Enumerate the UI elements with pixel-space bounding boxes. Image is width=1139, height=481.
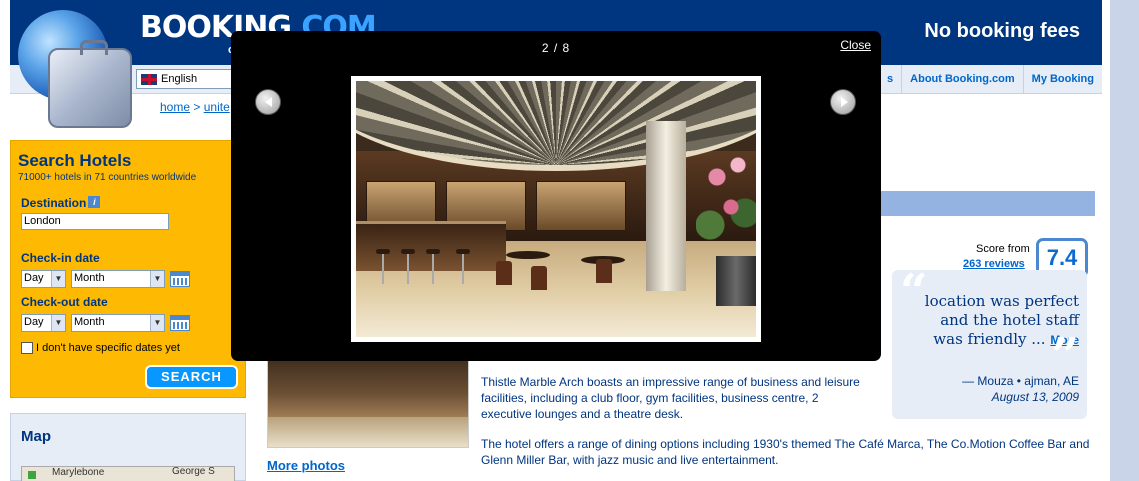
- checkin-day-value: Day: [24, 272, 44, 284]
- photo-column: [646, 121, 686, 291]
- next-photo-button[interactable]: [830, 89, 856, 115]
- previous-photo-button[interactable]: [255, 89, 281, 115]
- photo-chair: [531, 266, 547, 290]
- nav-link-partial[interactable]: s: [887, 65, 901, 94]
- checkout-calendar-icon[interactable]: [170, 315, 190, 331]
- section-header-bar: [880, 191, 1095, 216]
- destination-label-text: Destination: [21, 196, 87, 210]
- checkout-label: Check-out date: [21, 295, 108, 309]
- hotel-description-facilities: Thistle Marble Arch boasts an impressive…: [481, 375, 860, 421]
- language-selected-label: English: [161, 73, 198, 85]
- photo-stool: [376, 249, 390, 285]
- map-label-marylebone: Marylebone: [52, 467, 105, 478]
- chevron-down-icon: ▼: [150, 315, 164, 331]
- checkin-label: Check-in date: [21, 251, 100, 265]
- photo-chair: [596, 259, 612, 283]
- checkin-month-select[interactable]: Month ▼: [71, 270, 165, 288]
- destination-input[interactable]: London: [21, 213, 169, 230]
- reviews-link[interactable]: 263 reviews: [963, 258, 1025, 270]
- photo-stool: [401, 249, 415, 285]
- checkout-month-select[interactable]: Month ▼: [71, 314, 165, 332]
- breadcrumb-home[interactable]: home: [160, 100, 190, 114]
- breadcrumb: home > unite: [160, 100, 230, 114]
- chevron-down-icon: ▼: [51, 271, 65, 287]
- chevron-down-icon: ▼: [51, 315, 65, 331]
- suitcase-logo-icon[interactable]: [48, 40, 132, 128]
- map-label-george-st: George S: [172, 466, 215, 477]
- search-subtitle: 71000+ hotels in 71 countries worldwide: [18, 172, 197, 183]
- checkin-day-select[interactable]: Day ▼: [21, 270, 66, 288]
- search-hotels-panel: Search Hotels 71000+ hotels in 71 countr…: [10, 140, 246, 398]
- top-nav-links: s About Booking.com My Booking: [887, 65, 1102, 94]
- lightbox-close-link[interactable]: Close: [840, 38, 871, 52]
- hotel-photo-thumbnail[interactable]: [267, 356, 469, 448]
- page: BOOKING.COM on No booking fees English s…: [0, 0, 1110, 481]
- breadcrumb-next[interactable]: unite: [204, 100, 230, 114]
- review-author: — Mouza • ajman, AE: [962, 374, 1079, 388]
- checkin-month-value: Month: [74, 272, 105, 284]
- map-pin-icon: [28, 471, 36, 479]
- no-dates-label: I don't have specific dates yet: [36, 342, 180, 354]
- arrow-right-icon: [841, 97, 848, 107]
- lightbox-photo-frame: [351, 76, 761, 342]
- info-icon[interactable]: i: [88, 196, 101, 208]
- destination-label: Destination i: [21, 196, 101, 210]
- photo-chair: [496, 261, 512, 285]
- score-from-label: Score from: [976, 243, 1030, 255]
- search-title: Search Hotels: [18, 151, 132, 170]
- uk-flag-icon: [141, 73, 157, 85]
- photo-table: [506, 251, 550, 259]
- photo-shopfront: [536, 181, 626, 231]
- no-dates-checkbox[interactable]: [21, 342, 33, 354]
- map-panel: Map Marylebone George S: [10, 413, 246, 481]
- more-photos-link[interactable]: More photos: [267, 458, 345, 473]
- hotel-description-dining: The hotel offers a range of dining optio…: [481, 437, 1090, 467]
- photo-planter: [716, 256, 756, 306]
- search-button[interactable]: SEARCH: [145, 365, 238, 389]
- photo-lightbox: 2 / 8 Close: [231, 31, 881, 361]
- photo-stool: [456, 249, 470, 285]
- review-date: August 13, 2009: [991, 390, 1079, 404]
- checkout-day-value: Day: [24, 316, 44, 328]
- window-right-gutter: [1110, 0, 1139, 481]
- lightbox-photo[interactable]: [356, 81, 756, 337]
- no-booking-fees-tagline: No booking fees: [924, 20, 1080, 42]
- breadcrumb-separator: >: [190, 100, 204, 114]
- arrow-left-icon: [265, 97, 272, 107]
- map-title: Map: [21, 428, 51, 445]
- map-thumbnail[interactable]: Marylebone George S: [21, 466, 235, 481]
- review-quote-box: “ location was perfect and the hotel sta…: [892, 264, 1087, 419]
- nav-link-my-booking[interactable]: My Booking: [1022, 65, 1102, 94]
- checkin-calendar-icon[interactable]: [170, 271, 190, 287]
- photo-counter: 2 / 8: [541, 41, 571, 55]
- photo-flowers: [696, 141, 756, 261]
- chevron-down-icon: ▼: [150, 271, 164, 287]
- nav-link-about[interactable]: About Booking.com: [901, 65, 1023, 94]
- photo-stool: [426, 249, 440, 285]
- checkout-day-select[interactable]: Day ▼: [21, 314, 66, 332]
- checkout-month-value: Month: [74, 316, 105, 328]
